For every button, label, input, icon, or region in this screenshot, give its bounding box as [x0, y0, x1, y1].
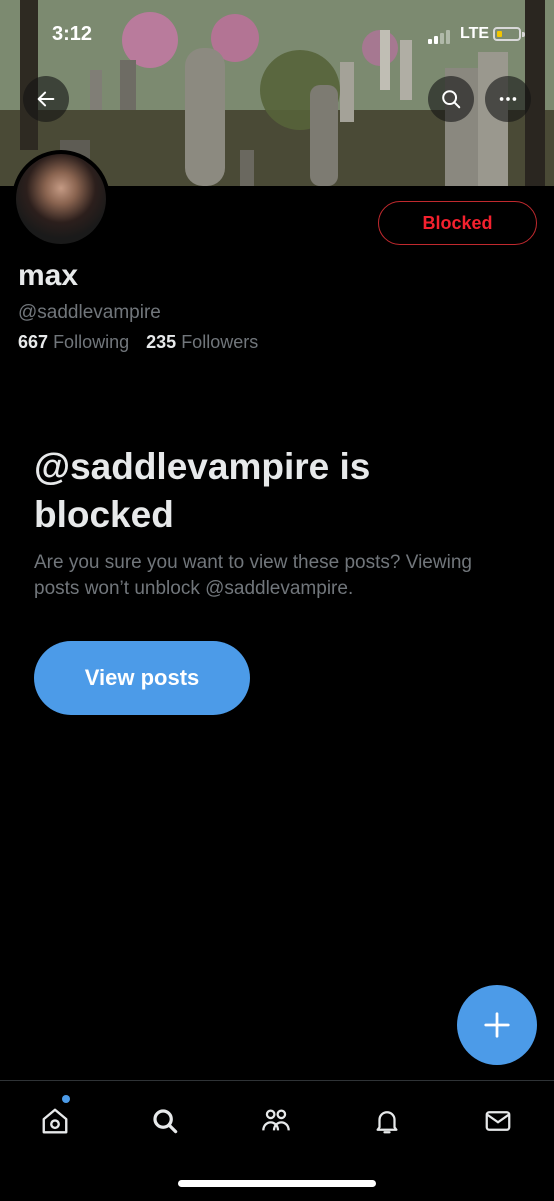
blocked-title: @saddlevampire is blocked: [34, 446, 371, 535]
status-bar: 3:12 LTE: [0, 0, 554, 70]
signal-icon: [428, 30, 454, 44]
blocked-message: Are you sure you want to view these post…: [34, 552, 472, 599]
more-button[interactable]: [485, 76, 531, 122]
nav-home[interactable]: [33, 1099, 77, 1143]
plus-icon: [484, 1012, 510, 1038]
nav-messages[interactable]: [476, 1099, 520, 1143]
followers-label: Followers: [181, 332, 259, 352]
messages-icon: [485, 1111, 511, 1131]
avatar[interactable]: [12, 150, 110, 248]
home-indicator: [178, 1180, 376, 1187]
search-button[interactable]: [428, 76, 474, 122]
blocked-button[interactable]: Blocked: [378, 201, 537, 245]
more-icon: [499, 97, 517, 101]
back-button[interactable]: [23, 76, 69, 122]
profile-stats: 667 Following 235 Followers: [18, 332, 258, 353]
nav-notifications[interactable]: [365, 1099, 409, 1143]
view-posts-button[interactable]: View posts: [34, 641, 250, 715]
nav-search[interactable]: [143, 1099, 187, 1143]
followers-link[interactable]: 235 Followers: [146, 332, 258, 352]
following-link[interactable]: 667 Following: [18, 332, 129, 352]
following-label: Following: [53, 332, 130, 352]
back-arrow-icon: [37, 91, 55, 107]
followers-count: 235: [146, 332, 177, 352]
status-time: 3:12: [52, 23, 93, 45]
profile-handle: @saddlevampire: [18, 302, 161, 323]
network-type: LTE: [460, 25, 490, 42]
battery-tip: [522, 32, 525, 37]
battery-icon: [493, 27, 521, 41]
compose-button[interactable]: [457, 985, 537, 1065]
communities-icon: [262, 1109, 290, 1131]
notification-dot: [62, 1095, 70, 1103]
search-icon: [442, 90, 461, 109]
home-icon: [42, 1108, 68, 1134]
display-name: max: [18, 259, 79, 292]
following-count: 667: [18, 332, 49, 352]
avatar-image: [16, 154, 106, 244]
notifications-icon: [376, 1111, 398, 1134]
nav-communities[interactable]: [254, 1099, 298, 1143]
search-icon: [153, 1109, 178, 1134]
